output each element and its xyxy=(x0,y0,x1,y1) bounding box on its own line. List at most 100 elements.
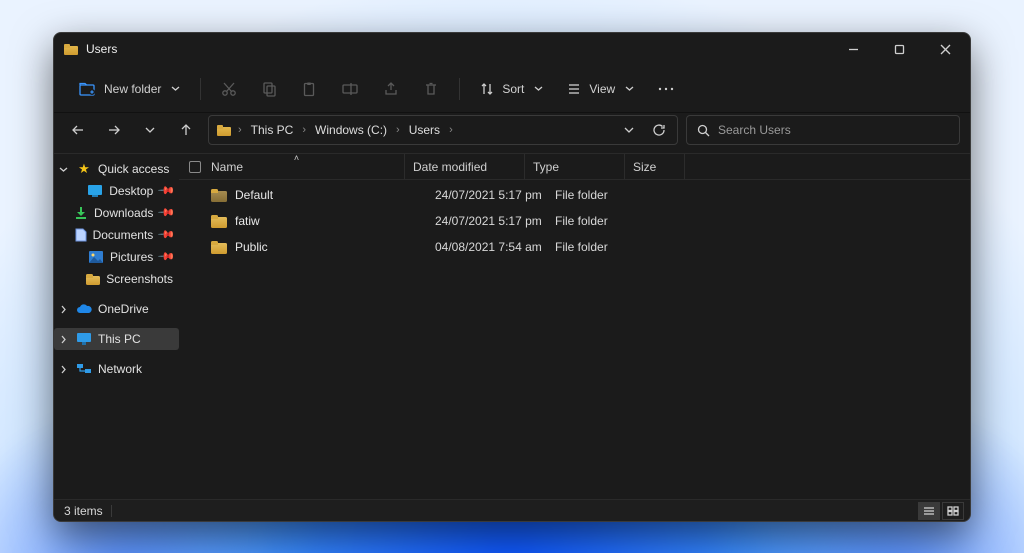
pin-icon: 📌 xyxy=(157,248,174,265)
ellipsis-icon xyxy=(658,86,674,92)
search-input[interactable] xyxy=(718,123,949,137)
details-view-button[interactable] xyxy=(918,502,940,520)
file-explorer-window: Users New folder xyxy=(53,32,971,522)
minimize-button[interactable] xyxy=(830,34,876,64)
breadcrumb-label: Windows (C:) xyxy=(315,123,387,137)
chevron-right-icon xyxy=(56,365,70,374)
documents-icon xyxy=(75,227,87,243)
table-row[interactable]: Public 04/08/2021 7:54 amFile folder xyxy=(179,234,970,260)
new-folder-icon xyxy=(78,80,96,98)
explorer-body: ★ Quick access Desktop 📌 Downloads 📌 xyxy=(54,153,970,499)
column-label: Name xyxy=(211,160,243,174)
column-header-date[interactable]: Date modified xyxy=(405,154,525,179)
sort-ascending-icon: ˄ xyxy=(294,153,299,163)
maximize-button[interactable] xyxy=(876,34,922,64)
item-count: 3 items xyxy=(64,504,103,518)
rename-button[interactable] xyxy=(331,72,369,106)
share-button[interactable] xyxy=(373,72,409,106)
chevron-right-icon: › xyxy=(448,124,454,136)
file-date: 24/07/2021 5:17 pm xyxy=(427,214,547,228)
breadcrumb-segment[interactable]: Windows (C:) xyxy=(309,121,393,139)
monitor-icon xyxy=(76,331,92,347)
window-title: Users xyxy=(86,42,117,56)
folder-icon xyxy=(64,44,78,55)
tree-label: Screenshots xyxy=(106,272,173,286)
folder-icon xyxy=(86,271,100,287)
folder-icon xyxy=(211,241,227,254)
pin-icon: 📌 xyxy=(157,226,174,243)
file-name: Public xyxy=(235,240,268,254)
table-row[interactable]: Default24/07/2021 5:17 pmFile folder xyxy=(179,182,970,208)
tree-item-documents[interactable]: Documents 📌 xyxy=(54,224,179,246)
search-box[interactable] xyxy=(686,115,960,145)
column-header-type[interactable]: Type xyxy=(525,154,625,179)
column-header-size[interactable]: Size xyxy=(625,154,685,179)
view-label: View xyxy=(589,82,615,96)
sort-label: Sort xyxy=(502,82,524,96)
sort-button[interactable]: Sort xyxy=(470,72,553,106)
file-type: File folder xyxy=(547,240,647,254)
downloads-icon xyxy=(74,205,88,221)
separator xyxy=(459,78,460,100)
new-folder-button[interactable]: New folder xyxy=(68,72,190,106)
breadcrumb-segment[interactable]: This PC xyxy=(245,121,300,139)
command-bar: New folder xyxy=(54,65,970,113)
tree-item-pictures[interactable]: Pictures 📌 xyxy=(54,246,179,268)
file-list: Name ˄ Date modified Type Size Default24… xyxy=(179,154,970,499)
tree-label: Documents xyxy=(93,228,154,242)
separator xyxy=(111,505,112,517)
recent-locations-button[interactable] xyxy=(136,116,164,144)
file-type: File folder xyxy=(547,214,647,228)
chevron-down-icon xyxy=(625,84,634,93)
refresh-button[interactable] xyxy=(645,116,673,144)
rename-icon xyxy=(341,81,359,97)
cut-button[interactable] xyxy=(211,72,247,106)
tree-this-pc[interactable]: This PC xyxy=(54,328,179,350)
paste-button[interactable] xyxy=(291,72,327,106)
thumbnails-view-button[interactable] xyxy=(942,502,964,520)
tree-onedrive[interactable]: OneDrive xyxy=(54,298,179,320)
column-headers: Name ˄ Date modified Type Size xyxy=(179,154,970,180)
column-label: Date modified xyxy=(413,160,487,174)
forward-button[interactable] xyxy=(100,116,128,144)
chevron-right-icon: › xyxy=(237,124,243,136)
view-button[interactable]: View xyxy=(557,72,644,106)
navigation-row: › This PC › Windows (C:) › Users › xyxy=(54,113,970,153)
tree-network[interactable]: Network xyxy=(54,358,179,380)
chevron-down-icon xyxy=(171,84,180,93)
tree-item-screenshots[interactable]: Screenshots xyxy=(54,268,179,290)
breadcrumb-segment[interactable]: Users xyxy=(403,121,446,139)
share-icon xyxy=(383,81,399,97)
desktop-icon xyxy=(88,183,104,199)
tree-item-desktop[interactable]: Desktop 📌 xyxy=(54,180,179,202)
tree-label: OneDrive xyxy=(98,302,149,316)
more-button[interactable] xyxy=(648,72,684,106)
navigation-pane: ★ Quick access Desktop 📌 Downloads 📌 xyxy=(54,154,179,499)
select-all-checkbox[interactable] xyxy=(189,161,201,173)
back-button[interactable] xyxy=(64,116,92,144)
breadcrumb-label: Users xyxy=(409,123,440,137)
tree-label: This PC xyxy=(98,332,141,346)
address-history-button[interactable] xyxy=(615,116,643,144)
table-row[interactable]: fatiw 24/07/2021 5:17 pmFile folder xyxy=(179,208,970,234)
column-header-name[interactable]: Name ˄ xyxy=(189,154,405,179)
delete-button[interactable] xyxy=(413,72,449,106)
copy-button[interactable] xyxy=(251,72,287,106)
chevron-right-icon: › xyxy=(395,124,401,136)
column-label: Size xyxy=(633,160,656,174)
rows-container: Default24/07/2021 5:17 pmFile folderfati… xyxy=(179,180,970,499)
file-name: fatiw xyxy=(235,214,260,228)
up-button[interactable] xyxy=(172,116,200,144)
copy-icon xyxy=(261,81,277,97)
file-date: 04/08/2021 7:54 am xyxy=(427,240,547,254)
folder-icon xyxy=(211,189,227,202)
tree-quick-access[interactable]: ★ Quick access xyxy=(54,158,179,180)
address-bar[interactable]: › This PC › Windows (C:) › Users › xyxy=(208,115,678,145)
clipboard-icon xyxy=(301,81,317,97)
tree-label: Quick access xyxy=(98,162,169,176)
breadcrumb-label: This PC xyxy=(251,123,294,137)
close-button[interactable] xyxy=(922,34,968,64)
title-bar[interactable]: Users xyxy=(54,33,970,65)
tree-item-downloads[interactable]: Downloads 📌 xyxy=(54,202,179,224)
tree-label: Network xyxy=(98,362,142,376)
